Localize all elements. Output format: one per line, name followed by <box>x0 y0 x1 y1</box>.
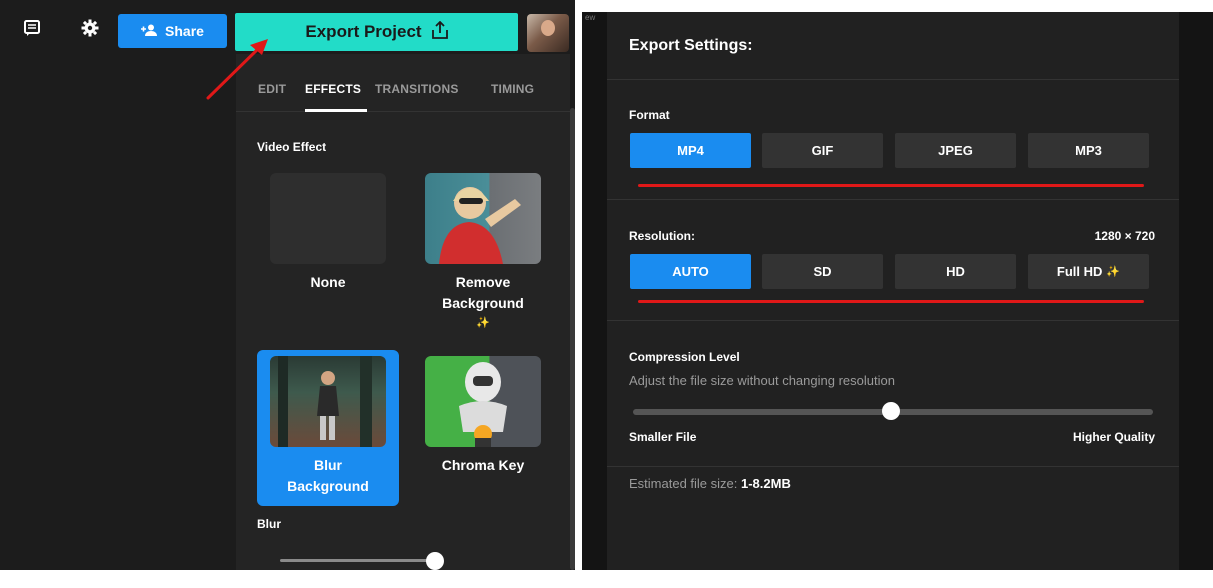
tab-transitions[interactable]: TRANSITIONS <box>375 82 459 96</box>
resolution-label: Resolution: <box>629 229 695 243</box>
effect-chroma-key-thumbnail <box>425 356 541 447</box>
resolution-sd-button[interactable]: SD <box>762 254 883 289</box>
export-label: Export Project <box>305 22 422 41</box>
effects-panel: EDIT EFFECTS TRANSITIONS TIMING Video Ef… <box>236 54 570 570</box>
effect-none[interactable]: None <box>257 167 399 317</box>
blur-label: Blur <box>257 517 281 531</box>
divider <box>607 466 1179 467</box>
tab-timing[interactable]: TIMING <box>491 82 534 96</box>
user-avatar[interactable] <box>527 14 569 52</box>
effect-blur-background-label-line1: Blur <box>314 457 342 473</box>
estimated-file-size: Estimated file size: 1-8.2MB <box>629 476 791 491</box>
effect-none-thumbnail <box>270 173 386 264</box>
active-tab-indicator <box>305 109 367 112</box>
export-settings-title: Export Settings: <box>629 37 753 54</box>
background-text: ew <box>585 13 596 22</box>
blur-slider-knob[interactable] <box>426 552 444 570</box>
resolution-auto-button[interactable]: AUTO <box>630 254 751 289</box>
effect-blur-background-thumbnail <box>270 356 386 447</box>
format-label: Format <box>629 108 670 122</box>
effect-remove-background-label-line2: Background <box>442 295 524 311</box>
divider <box>607 320 1179 321</box>
video-effect-heading: Video Effect <box>257 140 327 154</box>
estimated-file-size-value: 1-8.2MB <box>741 476 791 491</box>
full-hd-label: Full HD <box>1056 264 1103 279</box>
blur-slider-track[interactable] <box>280 559 435 562</box>
higher-quality-label: Higher Quality <box>1072 430 1155 444</box>
upload-icon <box>431 20 448 44</box>
left-sidebar <box>0 54 236 570</box>
format-mp4-button[interactable]: MP4 <box>630 133 751 168</box>
divider <box>607 199 1179 200</box>
effect-remove-background[interactable]: Remove Background ✨ <box>412 167 554 337</box>
effect-remove-background-thumbnail <box>425 173 541 264</box>
resolution-hd-button[interactable]: HD <box>895 254 1016 289</box>
resolution-value: 1280 × 720 <box>1094 229 1155 243</box>
effect-none-label: None <box>310 274 346 290</box>
effect-chroma-key-label: Chroma Key <box>441 457 525 473</box>
effect-remove-background-label-line1: Remove <box>455 274 511 290</box>
sparkle-icon: ✨ <box>476 317 490 329</box>
estimated-file-size-label: Estimated file size: <box>629 476 738 491</box>
compression-slider-knob[interactable] <box>882 402 900 420</box>
format-gif-button[interactable]: GIF <box>762 133 883 168</box>
resolution-full-hd-button[interactable]: Full HD ✨ <box>1028 254 1149 289</box>
effect-blur-background-label-line2: Background <box>287 478 369 494</box>
format-mp3-button[interactable]: MP3 <box>1028 133 1149 168</box>
sparkle-icon: ✨ <box>1106 266 1121 278</box>
effect-blur-background[interactable]: Blur Background <box>257 350 399 506</box>
annotation-underline-resolution <box>638 300 1144 303</box>
compression-level-label: Compression Level <box>629 350 740 364</box>
smaller-file-label: Smaller File <box>629 430 697 444</box>
annotation-arrow <box>206 39 268 100</box>
tab-effects[interactable]: EFFECTS <box>305 82 361 96</box>
effect-chroma-key[interactable]: Chroma Key <box>412 350 554 500</box>
export-settings-dialog: Export Settings: Format MP4 GIF JPEG MP3… <box>607 12 1179 570</box>
annotation-underline-format <box>638 184 1144 187</box>
effects-scrollbar[interactable] <box>570 108 575 570</box>
format-jpeg-button[interactable]: JPEG <box>895 133 1016 168</box>
divider <box>607 79 1179 80</box>
compression-description: Adjust the file size without changing re… <box>629 373 895 388</box>
